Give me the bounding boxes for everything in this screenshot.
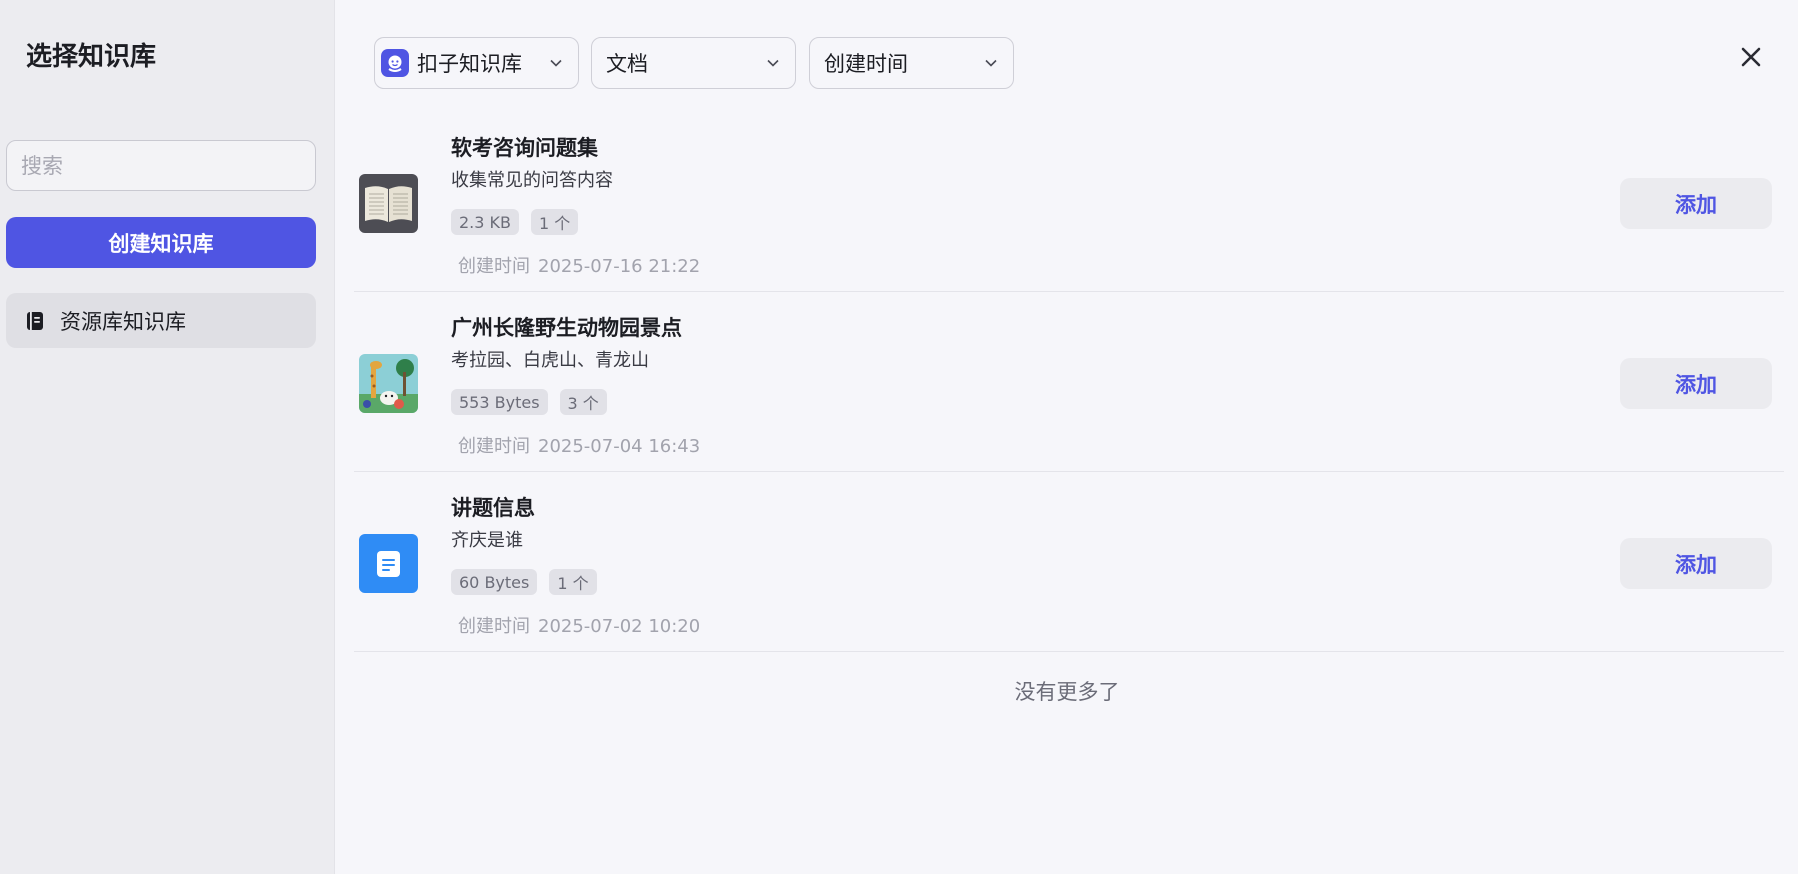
create-knowledge-base-button[interactable]: 创建知识库 [6,217,316,268]
item-tags: 553 Bytes 3 个 [451,389,607,415]
created-time: 创建时间 2025-07-02 10:20 [458,612,700,638]
item-description: 收集常见的问答内容 [451,170,613,191]
document-icon [359,534,418,593]
chevron-down-icon [767,59,779,67]
size-tag: 553 Bytes [451,389,548,415]
created-label: 创建时间 [458,436,530,457]
page-title: 选择知识库 [26,42,157,72]
item-tags: 2.3 KB 1 个 [451,209,579,235]
type-filter-dropdown[interactable]: 文档 [591,37,796,89]
close-icon [1741,47,1761,67]
item-title: 广州长隆野生动物园景点 [451,316,682,340]
sidebar: 选择知识库 创建知识库 资源库知识库 [0,0,335,874]
created-label: 创建时间 [458,616,530,637]
type-filter-value: 文档 [606,52,648,76]
list-item: 广州长隆野生动物园景点 考拉园、白虎山、青龙山 553 Bytes 3 个 创建… [354,292,1784,472]
item-title: 软考咨询问题集 [451,136,598,160]
item-description: 考拉园、白虎山、青龙山 [451,350,649,371]
search-input[interactable] [6,140,316,191]
list-item: 软考咨询问题集 收集常见的问答内容 2.3 KB 1 个 创建时间 2025-07… [354,112,1784,292]
created-time: 创建时间 2025-07-16 21:22 [458,252,700,278]
size-tag: 60 Bytes [451,569,538,595]
item-description: 齐庆是谁 [451,530,523,551]
add-button[interactable]: 添加 [1620,178,1772,229]
count-tag: 3 个 [559,389,607,415]
source-filter-value: 扣子知识库 [417,52,522,76]
sort-filter-dropdown[interactable]: 创建时间 [809,37,1014,89]
add-button[interactable]: 添加 [1620,538,1772,589]
open-book-thumbnail [359,174,418,233]
sidebar-item-resource-library[interactable]: 资源库知识库 [6,293,316,348]
created-label: 创建时间 [458,256,530,277]
size-tag: 2.3 KB [451,209,519,235]
count-tag: 1 个 [531,209,579,235]
item-tags: 60 Bytes 1 个 [451,569,597,595]
close-button[interactable] [1736,42,1766,72]
item-title: 讲题信息 [451,496,535,520]
source-filter-dropdown[interactable]: 扣子知识库 [374,37,579,89]
zoo-illustration-thumbnail [359,354,418,413]
list-item: 讲题信息 齐庆是谁 60 Bytes 1 个 创建时间 2025-07-02 10… [354,472,1784,652]
add-button[interactable]: 添加 [1620,358,1772,409]
sort-filter-value: 创建时间 [824,52,908,76]
created-value: 2025-07-04 16:43 [538,436,701,457]
coze-logo-icon [381,49,409,77]
knowledge-base-list: 软考咨询问题集 收集常见的问答内容 2.3 KB 1 个 创建时间 2025-07… [354,112,1784,652]
created-time: 创建时间 2025-07-04 16:43 [458,432,700,458]
notebook-icon [24,310,46,332]
count-tag: 1 个 [549,569,597,595]
no-more-indicator: 没有更多了 [1014,680,1120,704]
created-value: 2025-07-16 21:22 [538,256,701,277]
created-value: 2025-07-02 10:20 [538,616,701,637]
main-panel: 扣子知识库 文档 创建时间 软考咨询问题集 收集常见的问答内容 2.3 KB 1… [336,0,1798,874]
chevron-down-icon [550,59,562,67]
sidebar-item-label: 资源库知识库 [60,309,186,334]
chevron-down-icon [985,59,997,67]
